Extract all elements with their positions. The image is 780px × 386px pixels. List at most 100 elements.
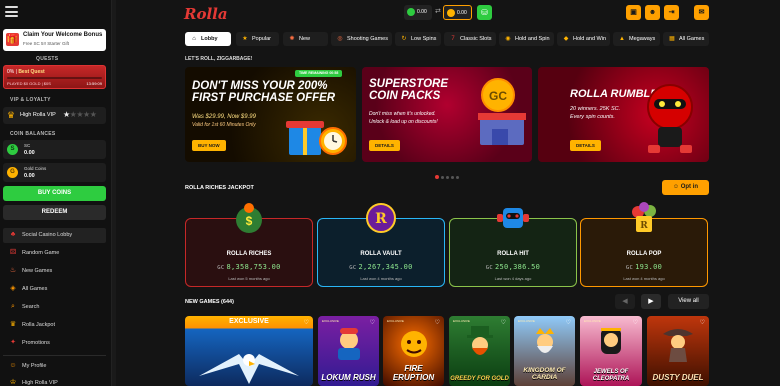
svg-text:R: R [375,211,387,227]
jackpot-card-vault[interactable]: R ROLLA VAULT GC 2,267,345.00 Last won 4 … [317,203,445,287]
promo-banner-rolla-rumble[interactable]: ROLLA RUMBLE 20 winners. 25K SC. Every s… [538,67,709,162]
buy-coins-button[interactable]: BUY COINS [3,186,106,201]
carousel-dot[interactable] [435,175,439,179]
quest-card[interactable]: 0% | Best Quest PLAYED $0 GOLD | $0S 13:… [3,65,106,89]
welcome-bonus-card[interactable]: 🎁 Claim Your Welcome Bonus Free SC 5!! S… [3,29,106,51]
gc-wallet[interactable]: 0.00 [443,5,472,20]
wallet-icon[interactable]: ▣ [626,5,641,20]
menu-icon[interactable] [5,6,18,17]
quest-title: 0% | Best Quest [7,69,45,75]
tab-new[interactable]: ✺ New [283,32,328,46]
random-icon: ⚄ [9,249,17,256]
tab-label: Megaways [629,36,656,42]
vip-label: VIP & LOYALTY [10,97,51,103]
vip-card[interactable]: ♛ High Rolla VIP ★★★★★ [3,107,106,124]
jackpot-card-riches[interactable]: $ ROLLA RICHES GC 8,358,753.00 Last won 5… [185,203,313,287]
vault-icon: R [366,203,396,233]
rolla-logo[interactable]: Rolla [184,5,228,23]
nav-my-profile[interactable]: ☺ My Profile [3,359,106,374]
tab-all-games[interactable]: ▦ All Games [663,32,709,46]
tab-hold-and-win[interactable]: ◆ Hold and Win [557,32,610,46]
game-tile-kingdom-of-cardia[interactable]: EXCLUSIVE ♡ KINGDOM OF CARDIA [514,316,575,386]
carousel-dots[interactable] [435,166,461,179]
game-tile-fire-eruption[interactable]: EXCLUSIVE ♡ FIRE ERUPTION [383,316,444,386]
sc-wallet[interactable]: 0.00 [404,5,432,20]
details-button[interactable]: DETAILS [570,140,601,151]
favorite-icon[interactable]: ♡ [501,319,506,326]
tab-popular[interactable]: ★ Popular [236,32,279,46]
nav-label: New Games [22,268,53,274]
sc-label: SC [24,143,31,148]
nav-label: High Rolla VIP [22,380,58,386]
nav-high-rolla-vip[interactable]: ♔ High Rolla VIP [3,376,106,386]
sc-balance-card[interactable]: S SC 0.00 [3,140,106,159]
user-icon[interactable]: ☻ [645,5,660,20]
store-icon[interactable]: ⛁ [477,5,492,20]
new-games-title: NEW GAMES (644) [185,299,234,305]
game-tile-lokum-rush[interactable]: EXCLUSIVE ♡ LOKUM RUSH [318,316,379,386]
lobby-icon: ⌂ [192,36,196,42]
currency-label: GC [485,265,494,271]
tab-low-spins[interactable]: ↻ Low Spins [395,32,441,46]
tab-megaways[interactable]: ▲ Megaways [613,32,660,46]
banner-sub: Every spin counts. [570,114,615,120]
game-tile-jewels-of-cleopatra[interactable]: EXCLUSIVE ♡ JEWELS OF CLEOPATRA [580,316,642,386]
jackpot-last-won: Last won 4 days ago [494,276,532,281]
quest-played: PLAYED $0 GOLD | $0S [7,81,51,86]
favorite-icon[interactable]: ♡ [700,319,705,326]
jackpot-card-pop[interactable]: R ROLLA POP GC 193.00 Last won 4 months a… [580,202,708,287]
sidebar-scrollbar[interactable] [112,0,116,386]
game-tile-greedy-for-gold[interactable]: EXCLUSIVE ♡ GREEDY FOR GOLD [449,316,510,386]
promo-banner-first-purchase[interactable]: TIME REMAINING 00:58 DON'T MISS YOUR 200… [185,67,356,162]
cleopatra-illustration [601,328,621,354]
game-tile-eagle[interactable]: EXCLUSIVE ♡ [185,316,313,386]
nav-all-games[interactable]: ◈ All Games [3,282,106,297]
view-all-button[interactable]: View all [668,294,709,309]
chat-icon[interactable]: ✉ [694,5,709,20]
carousel-dot[interactable] [456,176,459,179]
jackpot-icon: ♛ [9,321,17,328]
game-title: GREEDY FOR GOLD [450,375,509,382]
coin-store-illustration: GC [478,78,526,145]
nav-random-game[interactable]: ⚄ Random Game [3,246,106,261]
opt-in-button[interactable]: ☺ Opt in [662,180,709,195]
exclusive-ribbon: EXCLUSIVE [518,319,535,323]
nav-search[interactable]: ⌕ Search [3,300,106,315]
star-icon: ★ [242,36,248,42]
nav-social-casino-lobby[interactable]: ♣ Social Casino Lobby [3,228,106,243]
game-tile-dusty-duel[interactable]: ♡ DUSTY DUEL [647,316,709,386]
buy-now-button[interactable]: BUY NOW [192,140,226,151]
slot-icon: 7 [451,36,455,42]
logout-icon[interactable]: ⇥ [664,5,679,20]
favorite-icon[interactable]: ♡ [370,319,375,326]
next-arrow-icon[interactable]: ▶ [641,294,661,309]
game-title: FIRE ERUPTION [392,364,435,382]
prev-arrow-icon[interactable]: ◀ [615,294,635,309]
character-illustration [338,328,360,360]
promo-banner-superstore[interactable]: SUPERSTORE COIN PACKS Don't miss when it… [362,67,532,162]
svg-text:R: R [640,221,648,231]
app-root: 🎁 Claim Your Welcome Bonus Free SC 5!! S… [0,0,780,386]
tab-lobby[interactable]: ⌂ Lobby [185,32,231,46]
tab-classic-slots[interactable]: 7 Classic Slots [444,32,496,46]
favorite-icon[interactable]: ♡ [304,319,309,326]
nav-new-games[interactable]: ♨ New Games [3,264,106,279]
carousel-dot[interactable] [451,176,454,179]
redeem-button[interactable]: REDEEM [3,205,106,220]
favorite-icon[interactable]: ♡ [566,319,571,326]
details-button[interactable]: DETAILS [369,140,400,151]
favorite-icon[interactable]: ♡ [633,319,638,326]
jackpot-card-hit[interactable]: ROLLA HIT GC 250,386.50 Last won 4 days a… [449,208,577,287]
nav-promotions[interactable]: ✦ Promotions [3,336,106,351]
tab-shooting-games[interactable]: ◎ Shooting Games [331,32,392,46]
swap-icon[interactable]: ⇄ [435,7,441,15]
favorite-icon[interactable]: ♡ [435,319,440,326]
jackpot-name: ROLLA VAULT [360,251,402,257]
tab-hold-and-spin[interactable]: ◉ Hold and Spin [499,32,554,46]
crown-icon: ♛ [7,110,16,120]
vip-stars: ★★★★★ [63,110,97,119]
carousel-dot[interactable] [446,176,449,179]
gc-balance-card[interactable]: G Gold Coins 0.00 [3,163,106,182]
carousel-dot[interactable] [441,176,444,179]
nav-rolla-jackpot[interactable]: ♛ Rolla Jackpot [3,318,106,333]
